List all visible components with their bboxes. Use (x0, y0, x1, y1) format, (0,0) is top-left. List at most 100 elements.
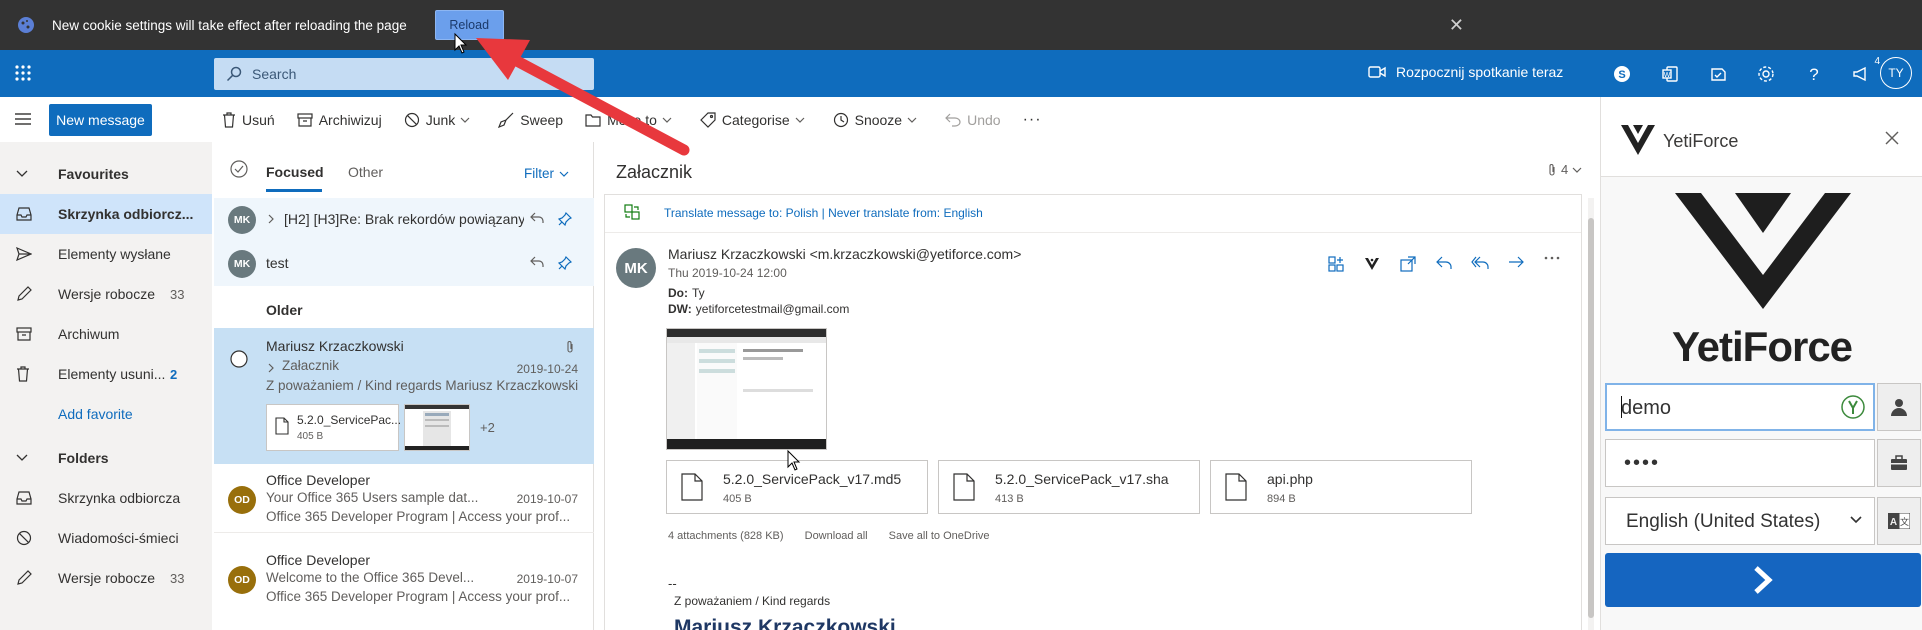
username-input[interactable]: demo (1621, 397, 1671, 420)
to-label: Do: (668, 286, 688, 300)
undo-label: Undo (967, 111, 1001, 128)
image-attachment-thumbnail[interactable] (404, 404, 470, 451)
file-icon (681, 473, 703, 501)
cc-recipient[interactable]: yetiforcetestmail@gmail.com (696, 302, 850, 316)
yetiforce-header: YetiForce (1601, 97, 1922, 177)
attachment-card[interactable]: 5.2.0_ServicePack_v17.md5 405 B (666, 460, 928, 514)
categorise-label: Categorise (721, 111, 790, 128)
sender-name[interactable]: Mariusz Krzaczkowski <m.krzaczkowski@yet… (668, 246, 1021, 262)
new-message-button[interactable]: New message (49, 104, 152, 136)
attachment-count-button[interactable]: 4 (1548, 162, 1582, 177)
apps-grid-icon[interactable] (14, 64, 32, 82)
attachment-card[interactable]: api.php 894 B (1210, 460, 1472, 514)
yetiforce-logo-icon (1621, 125, 1655, 155)
announcement-icon[interactable]: 4 (1838, 56, 1886, 87)
reply-icon[interactable] (1426, 256, 1462, 272)
chevron-right-icon (1754, 566, 1773, 594)
sender-avatar: MK (616, 248, 656, 288)
junk-button[interactable]: Junk (404, 112, 477, 128)
reply-all-icon[interactable] (1462, 256, 1498, 272)
avatar: OD (228, 486, 256, 514)
folders-header[interactable]: Folders (0, 438, 212, 478)
reply-icon[interactable] (530, 256, 544, 268)
archive-button[interactable]: Archiwizuj (297, 112, 382, 128)
search-box[interactable]: Search (214, 58, 594, 90)
search-input[interactable]: Search (252, 66, 296, 82)
pencil-icon (17, 570, 32, 585)
user-avatar[interactable]: TY (1880, 57, 1912, 89)
pinned-conversation[interactable]: MK test (214, 242, 594, 286)
apps-icon[interactable] (1318, 256, 1354, 272)
attachment-card[interactable]: 5.2.0_ServicePack_v17.sha 413 B (938, 460, 1200, 514)
download-all-link[interactable]: Download all (805, 530, 868, 542)
more-icon: ··· (1022, 110, 1042, 128)
nav-item-archive[interactable]: Archiwum (0, 314, 212, 354)
nav-item-label: Elementy usuni... (58, 366, 166, 382)
pinned-conversation[interactable]: MK [H2] [H3]Re: Brak rekordów powiązanyc… (214, 198, 594, 242)
language-value: English (United States) (1626, 511, 1821, 532)
tab-other[interactable]: Other (348, 164, 383, 180)
save-onedrive-link[interactable]: Save all to OneDrive (889, 530, 990, 542)
open-window-icon[interactable] (1390, 256, 1426, 272)
to-line: Do: Ty (668, 286, 705, 300)
reply-icon[interactable] (530, 212, 544, 224)
more-options-button[interactable]: ··· (1023, 111, 1042, 129)
reload-button[interactable]: Reload (434, 10, 504, 40)
skype-icon[interactable]: S (1598, 61, 1646, 87)
scrollbar-thumb[interactable] (1588, 218, 1594, 618)
sweep-button[interactable]: Sweep (498, 112, 563, 128)
command-bar: New message Usuń Archiwizuj Junk Sweep M… (0, 97, 1600, 142)
language-select[interactable]: English (United States) (1605, 497, 1875, 545)
office-icon[interactable]: W (1646, 61, 1694, 87)
to-recipient[interactable]: Ty (692, 286, 705, 300)
yetiforce-wordmark: YetiForce (1671, 323, 1853, 370)
cc-line: DW: yetiforcetestmail@gmail.com (668, 302, 849, 316)
todo-icon[interactable] (1694, 61, 1742, 87)
image-attachment-preview[interactable] (666, 328, 827, 450)
nav-item-inbox[interactable]: Skrzynka odbiorcza (0, 478, 212, 518)
tab-focused[interactable]: Focused (266, 164, 324, 180)
start-meeting-button[interactable]: Rozpocznij spotkanie teraz (1368, 64, 1563, 80)
reading-scrollbar[interactable] (1588, 198, 1594, 630)
banner-close-icon[interactable]: ✕ (1449, 15, 1464, 36)
username-field[interactable]: demo (1605, 383, 1875, 431)
conversation-subject: [H2] [H3]Re: Brak rekordów powiązanych (284, 211, 524, 227)
nav-item-drafts[interactable]: Wersje robocze 33 (0, 558, 212, 598)
cc-label: DW: (668, 302, 692, 316)
nav-item-junk[interactable]: Wiadomości-śmieci (0, 518, 212, 558)
message-item[interactable]: OD Office Developer Welcome to the Offic… (214, 546, 594, 612)
nav-item-inbox-favourite[interactable]: Skrzynka odbiorcz... (0, 194, 212, 234)
close-icon[interactable] (1885, 131, 1899, 145)
hamburger-menu-icon[interactable] (14, 111, 32, 127)
undo-button[interactable]: Undo (945, 111, 1001, 128)
pin-icon[interactable] (558, 212, 572, 226)
nav-item-sent[interactable]: Elementy wysłane (0, 234, 212, 274)
add-favorite-link[interactable]: Add favorite (0, 394, 212, 434)
password-field[interactable]: •••• (1605, 439, 1875, 487)
settings-icon[interactable] (1742, 61, 1790, 87)
favourites-header[interactable]: Favourites (0, 154, 212, 194)
pin-icon[interactable] (558, 256, 572, 270)
select-all-icon[interactable] (230, 160, 248, 178)
password-manager-icon[interactable] (1841, 395, 1865, 419)
move-to-button[interactable]: Move to (585, 112, 678, 128)
delete-button[interactable]: Usuń (222, 112, 275, 128)
snooze-button[interactable]: Snooze (833, 112, 923, 128)
nav-item-drafts-favourite[interactable]: Wersje robocze 33 (0, 274, 212, 314)
categorise-button[interactable]: Categorise (700, 112, 811, 128)
message-item[interactable]: OD Office Developer Your Office 365 User… (214, 466, 594, 532)
message-subject: Your Office 365 Users sample dat... (266, 490, 479, 505)
select-radio-icon[interactable] (230, 350, 248, 368)
yetiforce-addin-icon[interactable] (1354, 256, 1390, 272)
svg-text:文: 文 (1900, 516, 1909, 527)
login-submit-button[interactable] (1605, 553, 1921, 607)
translate-bar[interactable]: Translate message to: Polish | Never tra… (624, 204, 983, 220)
message-item-selected[interactable]: Mariusz Krzaczkowski Załacznik 2019-10-2… (214, 328, 594, 464)
help-icon[interactable]: ? (1790, 61, 1838, 87)
forward-icon[interactable] (1498, 256, 1534, 272)
nav-item-deleted[interactable]: Elementy usuni... 2 (0, 354, 212, 394)
filter-button[interactable]: Filter (524, 166, 569, 181)
more-actions-icon[interactable] (1534, 256, 1570, 272)
attachment-preview-chip[interactable]: 5.2.0_ServicePac... 405 B (266, 404, 401, 451)
password-input[interactable]: •••• (1624, 452, 1660, 475)
